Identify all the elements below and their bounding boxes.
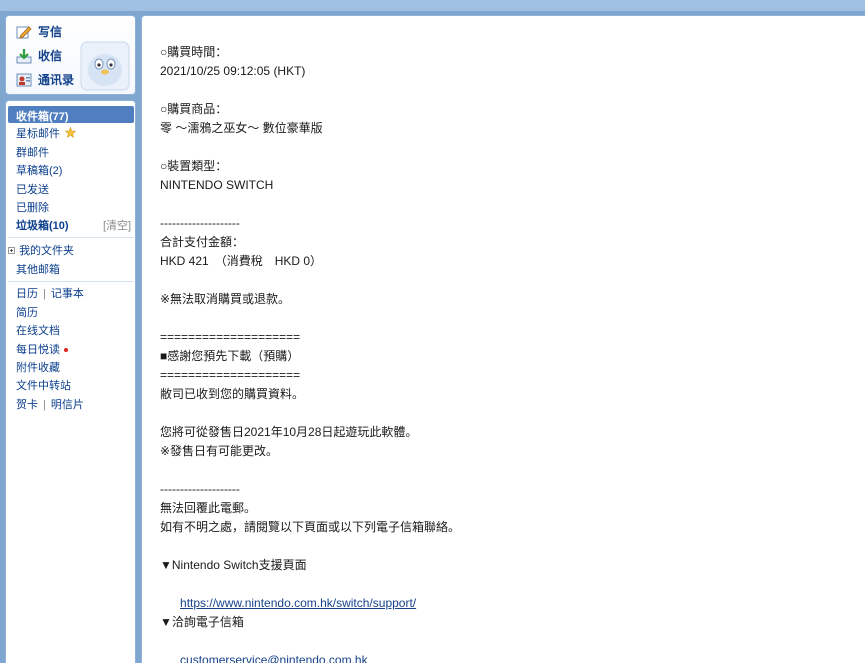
sidebar-item-other-mailbox[interactable]: 其他邮箱 bbox=[16, 261, 60, 277]
sidebar-item-inbox[interactable]: 收件箱(77) bbox=[8, 106, 134, 123]
mail-line: ○購買時間： bbox=[160, 45, 228, 59]
mail-body: ○購買時間： 2021/10/25 09:12:05 (HKT) ○購買商品： … bbox=[160, 43, 860, 663]
sidebar-item-spam[interactable]: 垃圾箱(10) bbox=[16, 217, 69, 233]
sidebar-item-daily-reading[interactable]: 每日悦读 bbox=[16, 341, 68, 357]
top-bar bbox=[0, 0, 865, 11]
mail-line: -------------------- bbox=[160, 482, 240, 496]
sidebar-row-cards: 贺卡 | 明信片 bbox=[16, 399, 84, 411]
mail-line bbox=[160, 309, 860, 328]
mail-line: ○裝置類型： bbox=[160, 159, 228, 173]
receive-button[interactable]: 收信 bbox=[16, 47, 62, 64]
mail-line: ==================== bbox=[160, 368, 301, 382]
contacts-card-icon bbox=[16, 73, 32, 86]
mail-line bbox=[160, 138, 860, 157]
mail-line: 零 ～濡鴉之巫女～ 數位豪華版 bbox=[160, 121, 323, 135]
sidebar-item-my-folders[interactable]: 我的文件夹 bbox=[8, 242, 74, 258]
mail-line bbox=[160, 537, 860, 556]
mail-line: 您將可從發售日2021年10月28日起遊玩此軟體。 bbox=[160, 425, 418, 439]
mail-line bbox=[160, 404, 860, 423]
mail-line: 無法回覆此電郵。 bbox=[160, 501, 257, 515]
sidebar-item-file-transfer[interactable]: 文件中转站 bbox=[16, 377, 71, 393]
mail-line: HKD 421 （消費稅 HKD 0） bbox=[160, 254, 323, 268]
notepad-link[interactable]: 记事本 bbox=[51, 288, 84, 300]
mail-line: ==================== bbox=[160, 330, 301, 344]
calendar-link[interactable]: 日历 bbox=[16, 288, 38, 300]
expand-plus-icon bbox=[8, 247, 15, 254]
sidebar-item-deleted[interactable]: 已删除 bbox=[16, 199, 49, 215]
mail-line: ▼洽詢電子信箱 bbox=[160, 615, 244, 629]
sidebar-item-attachments[interactable]: 附件收藏 bbox=[16, 359, 60, 375]
mail-content-pane: ○購買時間： 2021/10/25 09:12:05 (HKT) ○購買商品： … bbox=[141, 15, 865, 663]
quick-actions-panel: 写信 收信 通讯录 bbox=[5, 15, 136, 95]
new-indicator-dot bbox=[64, 348, 68, 353]
sidebar-item-online-docs[interactable]: 在线文档 bbox=[16, 322, 60, 338]
mail-line bbox=[160, 271, 860, 290]
mail-line: 敝司已收到您的購買資料。 bbox=[160, 387, 305, 401]
email-link-line: customerservice@nintendo.com.hk bbox=[160, 632, 860, 663]
contacts-button[interactable]: 通讯录 bbox=[16, 71, 74, 88]
mail-line: ※無法取消購買或退款。 bbox=[160, 292, 291, 306]
mail-line: NINTENDO SWITCH bbox=[160, 178, 274, 192]
sidebar-item-sent[interactable]: 已发送 bbox=[16, 181, 49, 197]
compose-pencil-icon bbox=[16, 25, 32, 39]
sidebar-item-starred[interactable]: 星标邮件 bbox=[16, 125, 77, 141]
mail-line bbox=[160, 81, 860, 100]
mail-line: 2021/10/25 09:12:05 (HKT) bbox=[160, 64, 306, 78]
mascot-penguin-icon bbox=[80, 41, 130, 91]
mail-line: 合計支付金額： bbox=[160, 235, 245, 249]
support-page-link[interactable]: https://www.nintendo.com.hk/switch/suppo… bbox=[180, 596, 416, 610]
sidebar-row-calendar-notepad: 日历 | 记事本 bbox=[16, 288, 84, 300]
mail-line: -------------------- bbox=[160, 216, 240, 230]
mail-line bbox=[160, 195, 860, 214]
mail-line: 如有不明之處，請閱覽以下頁面或以下列電子信箱聯絡。 bbox=[160, 520, 461, 534]
sidebar-item-drafts[interactable]: 草稿箱(2) bbox=[16, 162, 62, 178]
divider bbox=[8, 237, 134, 238]
postcard-link[interactable]: 明信片 bbox=[51, 399, 84, 411]
folder-sidebar: 收件箱(77) 星标邮件 群邮件 草稿箱(2) 已发送 已删除 垃圾箱(10) … bbox=[5, 100, 136, 663]
sidebar-item-resume[interactable]: 简历 bbox=[16, 304, 38, 320]
divider bbox=[8, 281, 134, 282]
mail-line: ※發售日有可能更改。 bbox=[160, 444, 279, 458]
mail-line: ■感謝您預先下載（預購） bbox=[160, 349, 300, 363]
support-link-line: https://www.nintendo.com.hk/switch/suppo… bbox=[160, 575, 860, 610]
greeting-card-link[interactable]: 贺卡 bbox=[16, 399, 38, 411]
customer-service-email-link[interactable]: customerservice@nintendo.com.hk bbox=[180, 653, 368, 663]
mail-line: ○購買商品： bbox=[160, 102, 228, 116]
star-icon bbox=[64, 126, 77, 138]
clear-spam-link[interactable]: [清空] bbox=[103, 217, 131, 233]
mail-line: ▼Nintendo Switch支援頁面 bbox=[160, 558, 307, 572]
mail-line bbox=[160, 461, 860, 480]
sidebar-item-group-mail[interactable]: 群邮件 bbox=[16, 144, 49, 160]
inbox-download-icon bbox=[16, 48, 32, 63]
compose-button[interactable]: 写信 bbox=[16, 23, 62, 40]
